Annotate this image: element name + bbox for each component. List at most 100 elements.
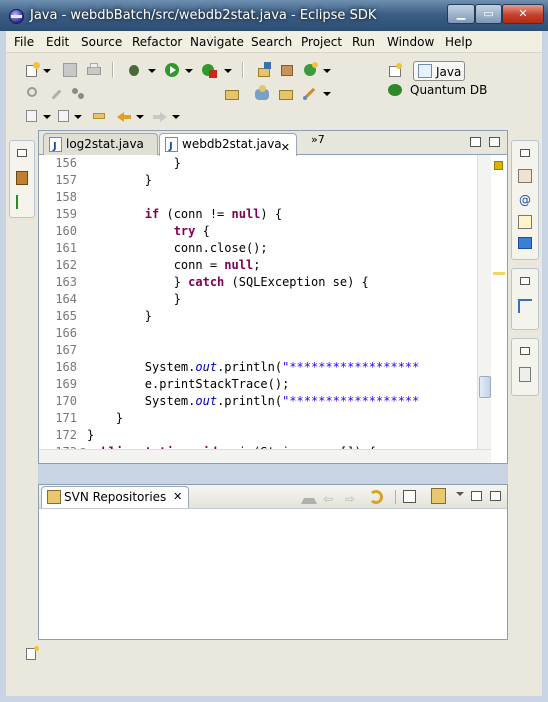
new-class-icon[interactable] bbox=[302, 62, 318, 78]
new-java-project-icon[interactable] bbox=[256, 62, 272, 78]
declaration-icon[interactable] bbox=[518, 215, 532, 229]
eclipse-window: Java - webdbBatch/src/webdb2stat.java - … bbox=[0, 0, 548, 702]
code-area[interactable]: 156 } 157 } 158 159 if (conn != null) { … bbox=[39, 155, 491, 449]
prev-annotation-dropdown-icon[interactable] bbox=[74, 115, 82, 119]
close-svn-tab-icon[interactable]: ✕ bbox=[173, 487, 182, 507]
menu-file[interactable]: File bbox=[14, 35, 34, 49]
javadoc-icon[interactable]: @ bbox=[519, 193, 531, 207]
vertical-scrollbar[interactable] bbox=[477, 155, 491, 449]
menu-project[interactable]: Project bbox=[301, 35, 342, 49]
overview-ruler[interactable] bbox=[491, 155, 507, 463]
svn-repository-icon bbox=[47, 490, 61, 504]
open-resource-icon[interactable] bbox=[254, 85, 270, 101]
next-annotation-dropdown-icon[interactable] bbox=[43, 115, 51, 119]
console-icon[interactable] bbox=[518, 237, 532, 249]
new-package-icon[interactable] bbox=[279, 62, 295, 78]
scrollbar-thumb[interactable] bbox=[479, 376, 491, 398]
debug-dropdown-icon[interactable] bbox=[148, 69, 156, 73]
restore-icon[interactable] bbox=[17, 149, 27, 157]
outline-tree-icon[interactable] bbox=[518, 299, 532, 313]
home-icon[interactable] bbox=[301, 489, 317, 504]
right-trim-stack-1: @ bbox=[511, 140, 539, 260]
quantum-db-icon bbox=[388, 84, 402, 96]
java-editor: log2stat.java webdb2stat.java ✕ »7 156 }… bbox=[38, 130, 508, 464]
back-dropdown-icon[interactable] bbox=[136, 115, 144, 119]
new-repository-icon[interactable] bbox=[431, 488, 446, 504]
forward-nav-icon[interactable]: ⇨ bbox=[345, 492, 355, 506]
close-button[interactable]: ✕ bbox=[502, 4, 544, 24]
restore-icon-right-2[interactable] bbox=[520, 277, 530, 285]
perspective-java-label: Java bbox=[436, 65, 462, 79]
external-tools-dropdown-icon[interactable] bbox=[224, 69, 232, 73]
new-dropdown-icon[interactable] bbox=[43, 69, 51, 73]
menu-refactor[interactable]: Refactor bbox=[132, 35, 182, 49]
run-dropdown-icon[interactable] bbox=[185, 69, 193, 73]
debug-icon[interactable] bbox=[126, 62, 142, 78]
code-line: 162 conn = null; bbox=[55, 258, 261, 272]
right-trim-stack-3 bbox=[511, 338, 539, 396]
status-bar bbox=[6, 640, 542, 696]
menu-navigate[interactable]: Navigate bbox=[190, 35, 244, 49]
window-title: Java - webdbBatch/src/webdb2stat.java - … bbox=[30, 8, 377, 23]
restore-icon-right[interactable] bbox=[520, 149, 530, 157]
minimize-button[interactable]: ▁ bbox=[447, 4, 475, 24]
tab-svn-repositories[interactable]: SVN Repositories ✕ bbox=[41, 486, 190, 508]
horizontal-scrollbar[interactable] bbox=[39, 449, 491, 463]
open-folder-icon[interactable] bbox=[278, 85, 294, 101]
prev-annotation-icon[interactable] bbox=[56, 108, 72, 124]
svn-repositories-tree[interactable] bbox=[39, 509, 507, 639]
restore-icon-right-3[interactable] bbox=[520, 347, 530, 355]
new-wizard-icon[interactable] bbox=[24, 62, 40, 78]
code-line: 170 System.out.println("****************… bbox=[55, 394, 420, 408]
code-line: 160 try { bbox=[55, 224, 210, 238]
menu-window[interactable]: Window bbox=[387, 35, 434, 49]
hierarchy-icon[interactable] bbox=[16, 195, 28, 209]
menu-edit[interactable]: Edit bbox=[46, 35, 69, 49]
open-type-icon[interactable] bbox=[224, 85, 240, 101]
tab-webdb2stat[interactable]: webdb2stat.java ✕ bbox=[159, 133, 297, 157]
minimize-view-icon[interactable] bbox=[470, 137, 481, 147]
package-explorer-icon[interactable] bbox=[16, 171, 28, 185]
menu-help[interactable]: Help bbox=[445, 35, 472, 49]
save-icon[interactable] bbox=[62, 62, 78, 78]
print-icon[interactable] bbox=[86, 62, 102, 78]
new-class-dropdown-icon[interactable] bbox=[323, 69, 331, 73]
tab-overflow-menu[interactable]: »7 bbox=[311, 133, 325, 146]
menu-source[interactable]: Source bbox=[81, 35, 122, 49]
refresh-icon[interactable] bbox=[369, 490, 383, 504]
run-icon[interactable] bbox=[164, 62, 180, 78]
svn-tab-label: SVN Repositories bbox=[64, 490, 167, 504]
open-perspective-icon[interactable] bbox=[387, 63, 403, 79]
perspective-java-button[interactable]: Java bbox=[413, 61, 465, 81]
show-whitespace-icon[interactable] bbox=[70, 85, 86, 101]
external-tools-icon[interactable] bbox=[201, 62, 217, 78]
code-line: 159 if (conn != null) { bbox=[55, 207, 283, 221]
maximize-svn-view-icon[interactable] bbox=[490, 491, 501, 501]
right-trim-bar: @ bbox=[508, 130, 542, 640]
tasks-icon[interactable] bbox=[519, 367, 531, 382]
collapse-all-icon[interactable] bbox=[403, 490, 416, 503]
search-pen-icon[interactable] bbox=[301, 85, 317, 101]
forward-icon[interactable] bbox=[152, 108, 168, 124]
menu-run[interactable]: Run bbox=[352, 35, 375, 49]
back-nav-icon[interactable]: ⇦ bbox=[323, 492, 333, 506]
outline-icon[interactable] bbox=[518, 169, 532, 183]
highlight-icon[interactable] bbox=[48, 85, 64, 101]
eclipse-app-icon bbox=[9, 9, 24, 24]
forward-dropdown-icon[interactable] bbox=[172, 115, 180, 119]
maximize-button[interactable]: ▭ bbox=[475, 4, 502, 24]
last-edit-location-icon[interactable] bbox=[92, 108, 108, 124]
view-menu-icon[interactable] bbox=[456, 492, 464, 496]
tab-webdb2stat-label: webdb2stat.java bbox=[182, 137, 282, 151]
left-trim-stack bbox=[9, 140, 35, 218]
overview-marker[interactable] bbox=[493, 272, 505, 275]
minimize-svn-view-icon[interactable] bbox=[471, 491, 482, 501]
svn-repositories-view: SVN Repositories ✕ ⇦ ⇨ bbox=[38, 484, 508, 640]
tab-log2stat[interactable]: log2stat.java bbox=[43, 133, 158, 157]
menu-search[interactable]: Search bbox=[251, 35, 292, 49]
next-annotation-icon[interactable] bbox=[24, 108, 40, 124]
back-icon[interactable] bbox=[116, 108, 132, 124]
maximize-view-icon[interactable] bbox=[489, 137, 500, 147]
toggle-mark-occurrences-icon[interactable] bbox=[24, 85, 40, 101]
search-dropdown-icon[interactable] bbox=[323, 92, 331, 96]
